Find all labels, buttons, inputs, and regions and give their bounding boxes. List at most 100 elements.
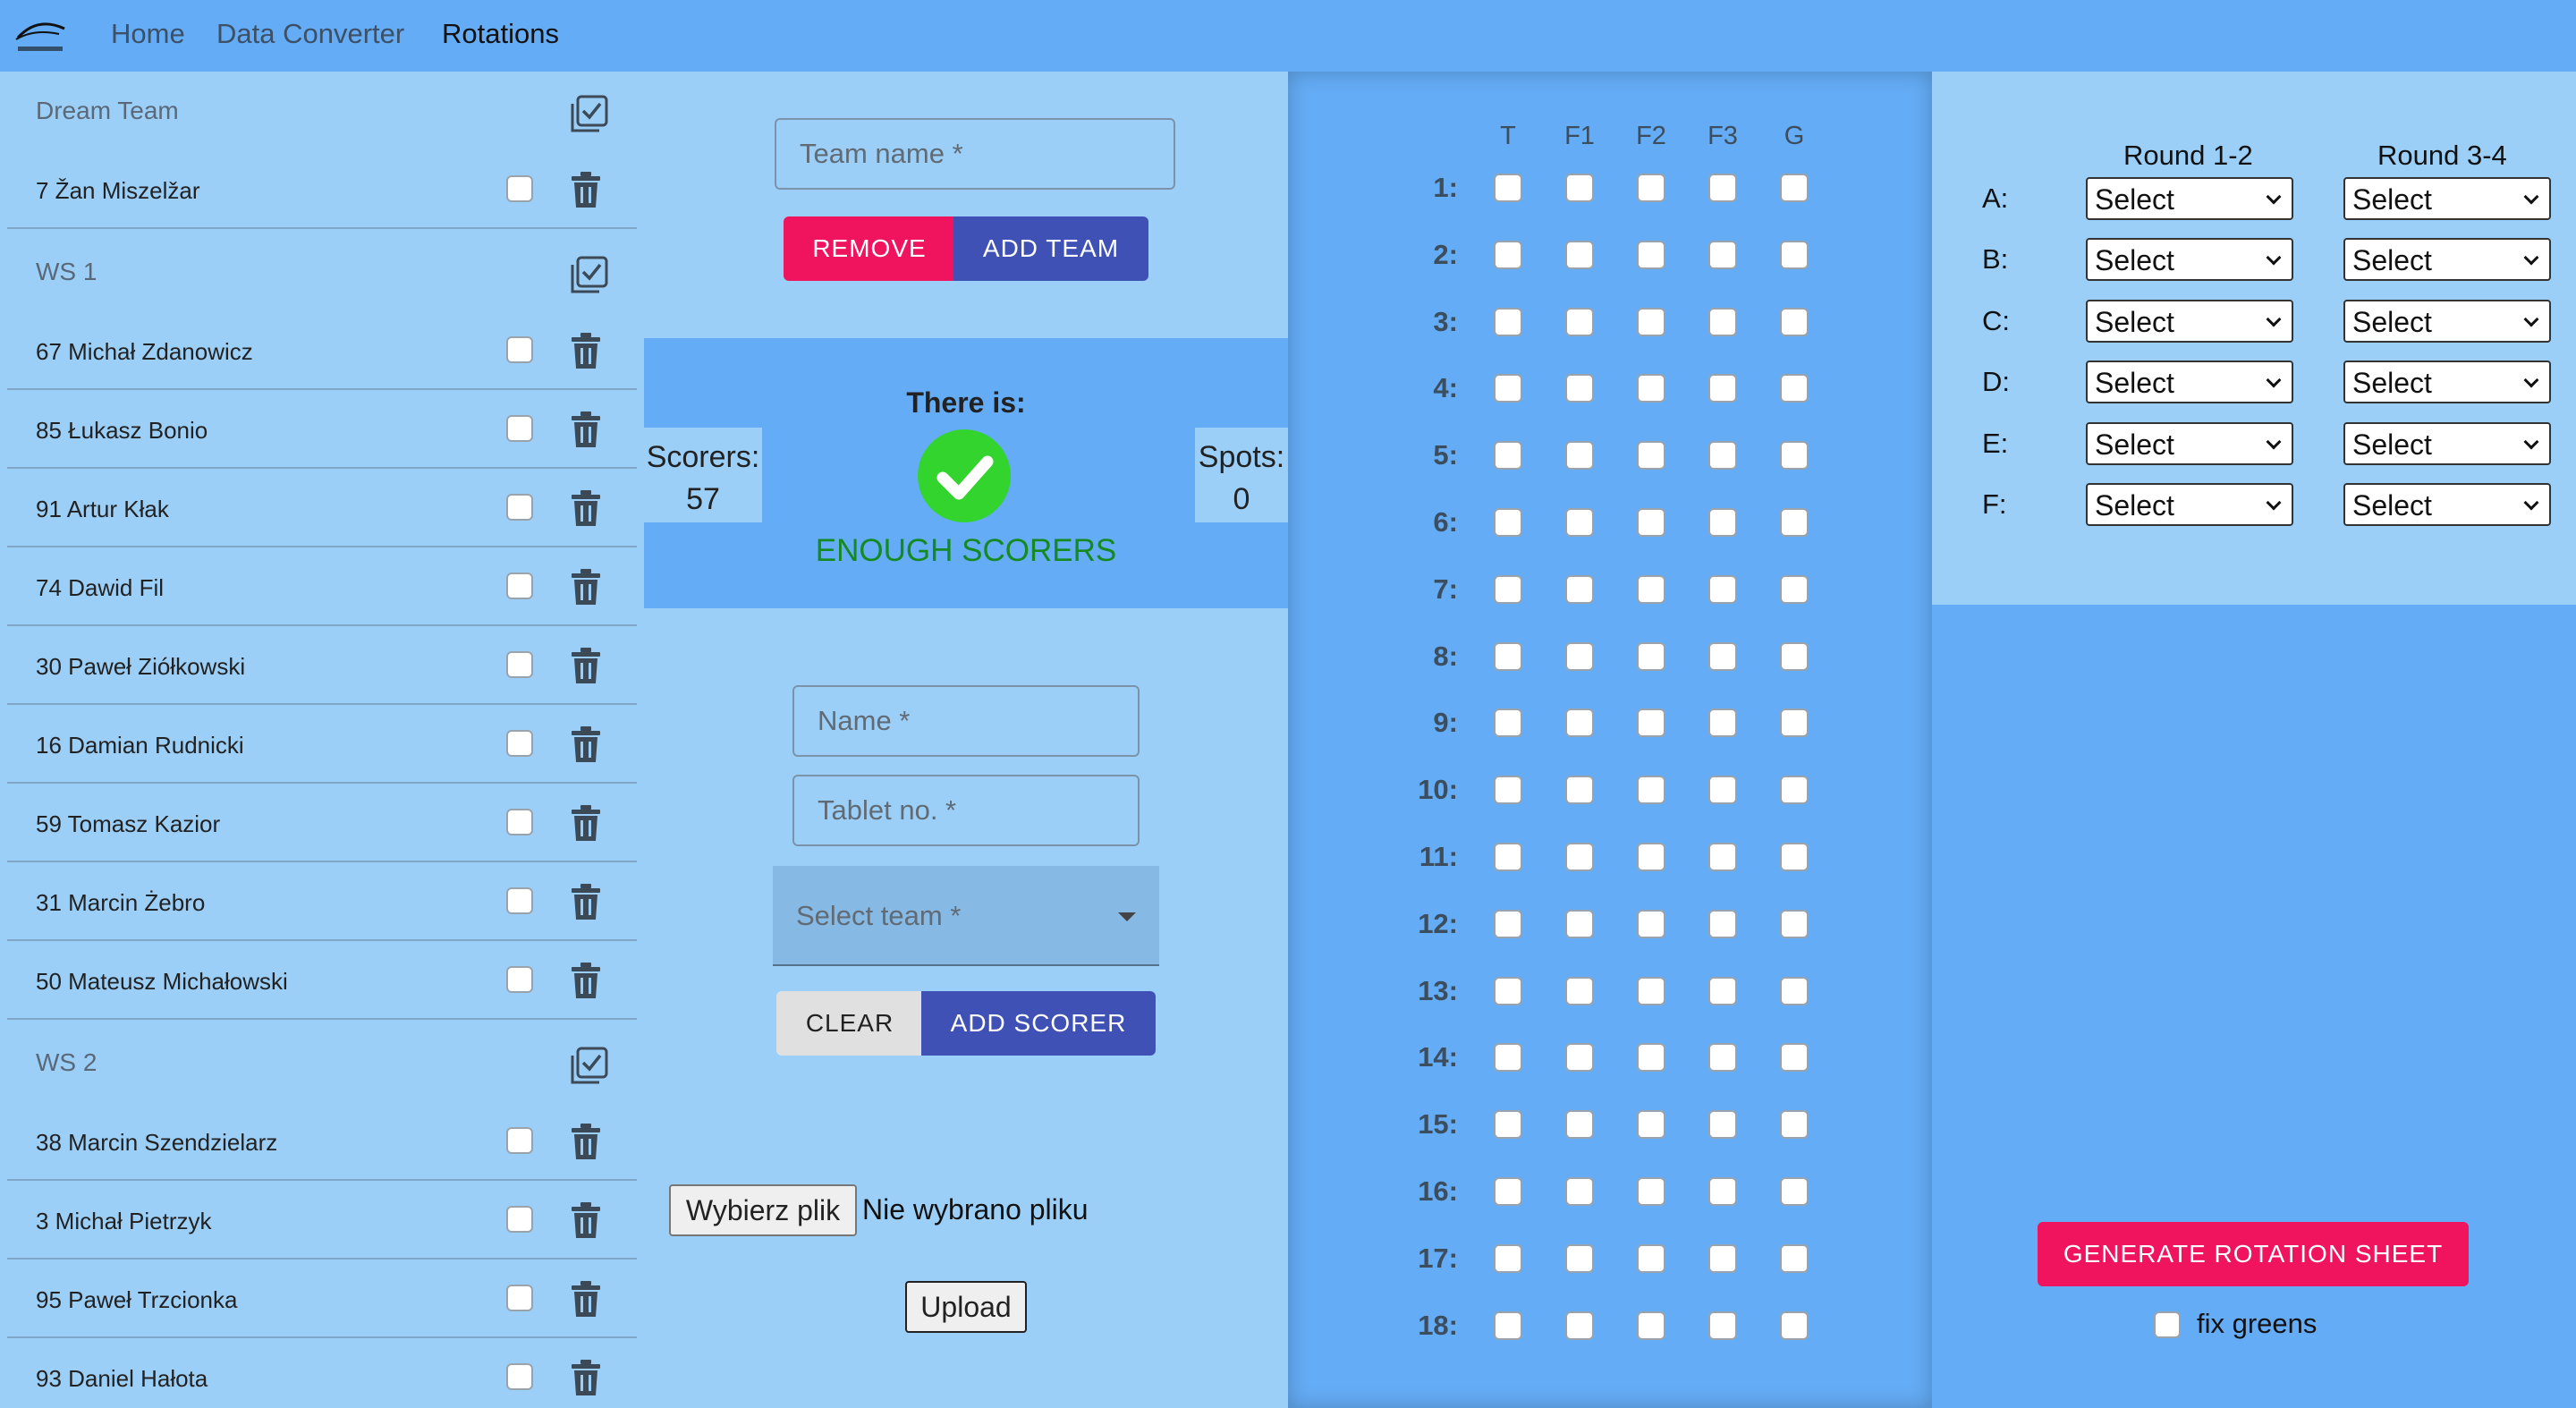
- hole-checkbox[interactable]: [1780, 374, 1809, 403]
- hole-checkbox[interactable]: [1780, 574, 1809, 604]
- hole-checkbox[interactable]: [1708, 508, 1737, 537]
- player-checkbox[interactable]: [506, 336, 533, 363]
- hole-checkbox[interactable]: [1637, 909, 1665, 938]
- hole-checkbox[interactable]: [1565, 307, 1594, 336]
- hole-checkbox[interactable]: [1708, 708, 1737, 738]
- scorer-name-input[interactable]: Name *: [792, 685, 1140, 757]
- trash-icon[interactable]: [571, 648, 601, 683]
- hole-checkbox[interactable]: [1494, 1110, 1522, 1140]
- hole-checkbox[interactable]: [1780, 1043, 1809, 1073]
- trash-icon[interactable]: [571, 411, 601, 447]
- round-1-2-select[interactable]: Select: [2086, 483, 2293, 526]
- trash-icon[interactable]: [571, 726, 601, 762]
- hole-checkbox[interactable]: [1637, 641, 1665, 671]
- hole-checkbox[interactable]: [1708, 374, 1737, 403]
- player-checkbox[interactable]: [506, 966, 533, 993]
- trash-icon[interactable]: [571, 333, 601, 369]
- trash-icon[interactable]: [571, 172, 601, 208]
- hole-checkbox[interactable]: [1565, 1310, 1594, 1340]
- hole-checkbox[interactable]: [1708, 909, 1737, 938]
- hole-checkbox[interactable]: [1708, 574, 1737, 604]
- hole-checkbox[interactable]: [1637, 976, 1665, 1005]
- trash-icon[interactable]: [571, 963, 601, 998]
- player-checkbox[interactable]: [506, 175, 533, 202]
- hole-checkbox[interactable]: [1494, 641, 1522, 671]
- hole-checkbox[interactable]: [1494, 307, 1522, 336]
- hole-checkbox[interactable]: [1637, 843, 1665, 871]
- flightscope-logo[interactable]: [14, 14, 72, 57]
- hole-checkbox[interactable]: [1780, 1310, 1809, 1340]
- player-checkbox[interactable]: [506, 573, 533, 599]
- hole-checkbox[interactable]: [1780, 174, 1809, 202]
- player-checkbox[interactable]: [506, 494, 533, 521]
- select-all-checkbox-icon[interactable]: [571, 1047, 608, 1084]
- player-checkbox[interactable]: [506, 809, 533, 835]
- player-checkbox[interactable]: [506, 730, 533, 757]
- trash-icon[interactable]: [571, 884, 601, 920]
- hole-checkbox[interactable]: [1565, 776, 1594, 805]
- select-all-checkbox-icon[interactable]: [571, 256, 608, 293]
- round-1-2-select[interactable]: Select: [2086, 177, 2293, 220]
- hole-checkbox[interactable]: [1637, 240, 1665, 269]
- hole-checkbox[interactable]: [1637, 1043, 1665, 1073]
- hole-checkbox[interactable]: [1565, 641, 1594, 671]
- hole-checkbox[interactable]: [1780, 708, 1809, 738]
- add-scorer-button[interactable]: ADD SCORER: [921, 991, 1156, 1056]
- select-all-checkbox-icon[interactable]: [571, 95, 608, 132]
- hole-checkbox[interactable]: [1708, 240, 1737, 269]
- hole-checkbox[interactable]: [1637, 441, 1665, 471]
- select-team-dropdown[interactable]: Select team *: [773, 866, 1159, 966]
- hole-checkbox[interactable]: [1780, 1177, 1809, 1206]
- fix-greens-checkbox[interactable]: [2154, 1311, 2181, 1338]
- hole-checkbox[interactable]: [1494, 1043, 1522, 1073]
- hole-checkbox[interactable]: [1708, 1043, 1737, 1073]
- player-checkbox[interactable]: [506, 415, 533, 442]
- hole-checkbox[interactable]: [1565, 240, 1594, 269]
- hole-checkbox[interactable]: [1565, 374, 1594, 403]
- hole-checkbox[interactable]: [1494, 776, 1522, 805]
- remove-team-button[interactable]: REMOVE: [784, 216, 955, 281]
- hole-checkbox[interactable]: [1708, 843, 1737, 871]
- hole-checkbox[interactable]: [1565, 574, 1594, 604]
- hole-checkbox[interactable]: [1565, 708, 1594, 738]
- round-3-4-select[interactable]: Select: [2343, 238, 2551, 282]
- trash-icon[interactable]: [571, 1360, 601, 1395]
- hole-checkbox[interactable]: [1708, 441, 1737, 471]
- hole-checkbox[interactable]: [1494, 843, 1522, 871]
- tablet-number-input[interactable]: Tablet no. *: [792, 775, 1140, 846]
- trash-icon[interactable]: [571, 1124, 601, 1159]
- hole-checkbox[interactable]: [1494, 708, 1522, 738]
- hole-checkbox[interactable]: [1494, 1177, 1522, 1206]
- trash-icon[interactable]: [571, 490, 601, 526]
- hole-checkbox[interactable]: [1708, 776, 1737, 805]
- trash-icon[interactable]: [571, 805, 601, 841]
- hole-checkbox[interactable]: [1494, 240, 1522, 269]
- hole-checkbox[interactable]: [1637, 1110, 1665, 1140]
- hole-checkbox[interactable]: [1708, 1110, 1737, 1140]
- hole-checkbox[interactable]: [1637, 174, 1665, 202]
- player-checkbox[interactable]: [506, 887, 533, 914]
- hole-checkbox[interactable]: [1494, 1243, 1522, 1273]
- hole-checkbox[interactable]: [1708, 307, 1737, 336]
- hole-checkbox[interactable]: [1708, 1177, 1737, 1206]
- hole-checkbox[interactable]: [1565, 1110, 1594, 1140]
- choose-file-button[interactable]: Wybierz plik: [669, 1184, 857, 1236]
- round-1-2-select[interactable]: Select: [2086, 299, 2293, 343]
- hole-checkbox[interactable]: [1494, 976, 1522, 1005]
- hole-checkbox[interactable]: [1780, 909, 1809, 938]
- hole-checkbox[interactable]: [1708, 976, 1737, 1005]
- player-checkbox[interactable]: [506, 1206, 533, 1233]
- nav-data-converter-link[interactable]: Data Converter: [216, 18, 404, 50]
- hole-checkbox[interactable]: [1494, 1310, 1522, 1340]
- hole-checkbox[interactable]: [1494, 441, 1522, 471]
- hole-checkbox[interactable]: [1565, 843, 1594, 871]
- hole-checkbox[interactable]: [1494, 508, 1522, 537]
- round-3-4-select[interactable]: Select: [2343, 360, 2551, 404]
- hole-checkbox[interactable]: [1494, 909, 1522, 938]
- hole-checkbox[interactable]: [1637, 374, 1665, 403]
- hole-checkbox[interactable]: [1565, 1177, 1594, 1206]
- hole-checkbox[interactable]: [1637, 508, 1665, 537]
- hole-checkbox[interactable]: [1780, 1243, 1809, 1273]
- hole-checkbox[interactable]: [1780, 508, 1809, 537]
- hole-checkbox[interactable]: [1565, 441, 1594, 471]
